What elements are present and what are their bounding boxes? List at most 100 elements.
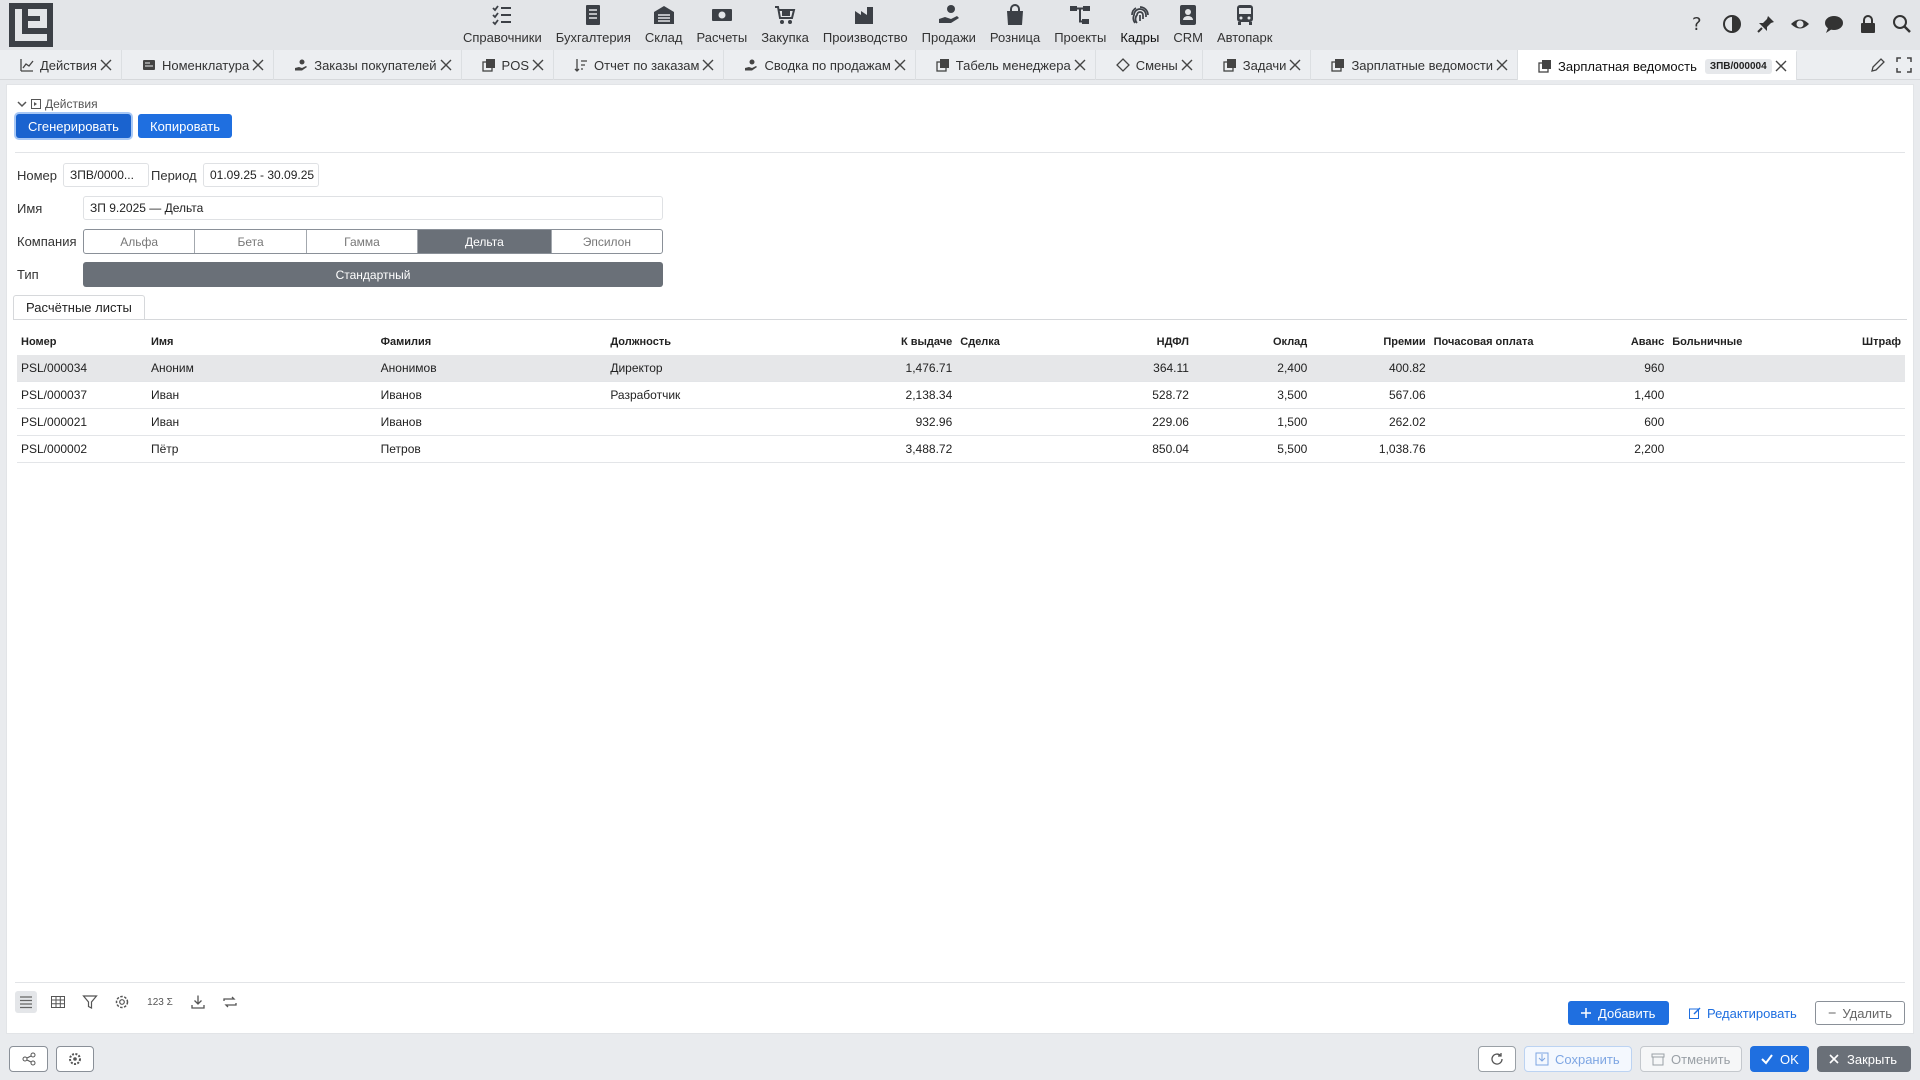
save-button[interactable]: Сохранить [1524, 1046, 1632, 1072]
tab-active-document[interactable]: Зарплатная ведомость ЗПВ/000004 [1518, 50, 1797, 80]
close-tab-icon[interactable] [1073, 58, 1087, 72]
close-tab-icon[interactable] [439, 58, 453, 72]
menu-item-fingerprint[interactable]: Кадры [1113, 0, 1166, 50]
column-header[interactable]: Должность [606, 336, 836, 348]
copy-button[interactable]: Копировать [138, 114, 232, 138]
eye-icon[interactable] [1788, 12, 1812, 36]
close-tab-icon[interactable] [701, 58, 715, 72]
menu-item-hand-money[interactable]: Продажи [915, 0, 983, 50]
sum-toggle[interactable]: 123 Σ [143, 991, 177, 1013]
menu-item-bus[interactable]: Автопарк [1210, 0, 1280, 50]
company-option[interactable]: Бета [195, 230, 307, 253]
menu-item-cart[interactable]: Закупка [754, 0, 816, 50]
tab-document[interactable]: Зарплатные ведомости [1311, 50, 1519, 80]
column-header[interactable]: К выдаче [836, 336, 956, 348]
tab-document[interactable]: Сводка по продажам [724, 50, 916, 80]
lock-icon[interactable] [1856, 12, 1880, 36]
search-icon[interactable] [1890, 12, 1914, 36]
help-icon[interactable]: ? [1686, 12, 1710, 36]
column-header[interactable]: Сделка [956, 336, 1074, 348]
tab-document[interactable]: Действия [0, 50, 122, 80]
archive-icon [1651, 1053, 1665, 1066]
tab-document[interactable]: Задачи [1203, 50, 1312, 80]
menu-item-factory[interactable]: Производство [816, 0, 915, 50]
column-header[interactable]: Фамилия [377, 336, 607, 348]
close-button[interactable]: Закрыть [1817, 1046, 1911, 1072]
column-header[interactable]: Премии [1311, 336, 1429, 348]
table-row[interactable]: PSL/000034 Аноним Анонимов Директор 1,476.71… [17, 355, 1905, 382]
grid-view-icon[interactable] [47, 991, 69, 1013]
company-option[interactable]: Дельта [418, 230, 552, 253]
type-selector[interactable]: Стандартный [83, 262, 663, 287]
ledger-icon [586, 5, 601, 25]
column-header[interactable]: Имя [147, 336, 377, 348]
column-header[interactable]: Номер [17, 336, 147, 348]
menu-item-checklist[interactable]: Справочники [456, 0, 549, 50]
close-tab-icon[interactable] [99, 58, 113, 72]
table-row[interactable]: PSL/000021 Иван Иванов 932.96 229.06 1,500 262… [17, 409, 1905, 436]
delete-button[interactable]: Удалить [1815, 1001, 1905, 1025]
table-row[interactable]: PSL/000037 Иван Иванов Разработчик 2,138.34 5… [17, 382, 1905, 409]
add-button[interactable]: Добавить [1568, 1001, 1669, 1025]
cancel-button[interactable]: Отменить [1640, 1046, 1742, 1072]
tab-document[interactable]: Отчет по заказам [554, 50, 725, 80]
close-tab-icon[interactable] [1288, 58, 1302, 72]
tab-document[interactable]: Заказы покупателей [274, 50, 462, 80]
number-field[interactable]: ЗПВ/0000... [63, 163, 149, 187]
menu-item-label: CRM [1173, 30, 1203, 45]
column-header[interactable]: Аванс [1550, 336, 1668, 348]
reload-button[interactable] [1478, 1046, 1516, 1072]
close-tab-icon[interactable] [251, 58, 265, 72]
refresh-loop-icon[interactable] [219, 991, 241, 1013]
menu-item-money[interactable]: Расчеты [689, 0, 754, 50]
actions-collapse-toggle[interactable]: Действия [17, 97, 98, 111]
tab-document[interactable]: Номенклатура [122, 50, 275, 80]
pencil-icon[interactable] [1870, 57, 1886, 76]
pin-icon[interactable] [1754, 12, 1778, 36]
share-button[interactable] [9, 1046, 48, 1072]
chevron-down-icon [17, 101, 27, 108]
company-option[interactable]: Эпсилон [552, 230, 662, 253]
list-view-icon[interactable] [15, 991, 37, 1013]
settings-button[interactable] [56, 1046, 94, 1072]
close-tab-icon[interactable] [531, 58, 545, 72]
close-tab-icon[interactable] [1774, 59, 1788, 73]
menu-item-ledger[interactable]: Бухгалтерия [549, 0, 638, 50]
generate-button[interactable]: Сгенерировать [16, 114, 131, 138]
contrast-icon[interactable] [1720, 12, 1744, 36]
menu-item-contact-card[interactable]: CRM [1166, 0, 1210, 50]
filter-icon[interactable] [79, 991, 101, 1013]
column-header[interactable]: Больничные [1668, 336, 1786, 348]
download-icon[interactable] [187, 991, 209, 1013]
app-logo[interactable] [9, 3, 53, 47]
close-tab-icon[interactable] [893, 58, 907, 72]
fullscreen-icon[interactable] [1896, 57, 1912, 76]
document-tabs: Действия Номенклатура Заказы покупателей PO… [0, 50, 1920, 80]
menu-item-shopping-bag[interactable]: Розница [983, 0, 1047, 50]
period-field[interactable]: 01.09.25 - 30.09.25 [203, 163, 319, 187]
table-row[interactable]: PSL/000002 Пётр Петров 3,488.72 850.04 5,500 1… [17, 436, 1905, 463]
chat-icon[interactable] [1822, 12, 1846, 36]
menu-item-warehouse[interactable]: Склад [638, 0, 690, 50]
tab-payslips[interactable]: Расчётные листы [13, 295, 145, 320]
column-header[interactable]: Оклад [1193, 336, 1311, 348]
column-header[interactable]: НДФЛ [1075, 336, 1193, 348]
ok-button[interactable]: OK [1750, 1046, 1809, 1072]
copy-doc-icon [1538, 60, 1552, 73]
table-cell: 262.02 [1388, 415, 1426, 429]
column-header[interactable]: Почасовая оплата [1430, 336, 1550, 348]
column-header[interactable]: Штраф [1787, 336, 1905, 348]
close-tab-icon[interactable] [1180, 58, 1194, 72]
company-option[interactable]: Альфа [84, 230, 196, 253]
name-field[interactable]: ЗП 9.2025 — Дельта [83, 196, 663, 220]
company-option[interactable]: Гамма [307, 230, 419, 253]
tab-document[interactable]: Смены [1096, 50, 1203, 80]
tab-document[interactable]: POS [462, 50, 555, 80]
tab-label: POS [501, 57, 530, 73]
menu-item-project-tree[interactable]: Проекты [1047, 0, 1113, 50]
tab-document[interactable]: Табель менеджера [916, 50, 1096, 80]
settings-gear-icon[interactable] [111, 991, 133, 1013]
menu-item-label: Склад [644, 30, 683, 45]
edit-button[interactable]: Редактировать [1677, 1001, 1809, 1025]
close-tab-icon[interactable] [1495, 58, 1509, 72]
